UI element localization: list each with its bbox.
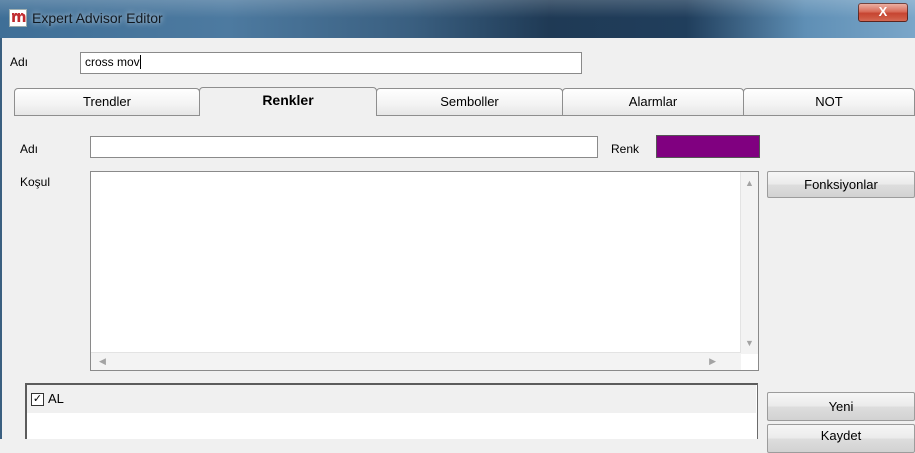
tab-bar: Trendler Renkler Semboller Alarmlar NOT <box>14 87 915 116</box>
color-picker[interactable] <box>656 135 760 158</box>
tab-trendler[interactable]: Trendler <box>14 88 200 115</box>
scroll-left-icon[interactable]: ◀ <box>99 356 106 367</box>
expert-name-value: cross mov <box>85 55 140 69</box>
window-title: Expert Advisor Editor <box>32 10 163 26</box>
vertical-scrollbar[interactable]: ▲ ▼ <box>740 172 758 354</box>
scroll-right-icon[interactable]: ▶ <box>709 356 716 367</box>
scroll-down-icon[interactable]: ▼ <box>745 338 754 348</box>
list-item-label: AL <box>48 391 64 406</box>
tab-renkler[interactable]: Renkler <box>199 87 377 116</box>
tab-alarmlar[interactable]: Alarmlar <box>562 88 744 115</box>
condition-label: Koşul <box>20 175 51 189</box>
app-logo-icon: m <box>9 8 27 27</box>
expert-name-field[interactable]: cross mov <box>80 52 582 74</box>
color-rule-list[interactable]: ✓ AL <box>25 383 758 439</box>
title-bar[interactable]: m Expert Advisor Editor X <box>0 0 915 38</box>
color-label: Renk <box>611 142 640 156</box>
condition-textarea[interactable]: ▲ ▼ ◀ ▶ <box>90 171 759 371</box>
new-button[interactable]: Yeni <box>767 392 915 421</box>
name-label: Adı <box>10 55 29 69</box>
tab-not[interactable]: NOT <box>743 88 915 115</box>
color-rule-name-field[interactable] <box>90 136 598 158</box>
tab-semboller[interactable]: Semboller <box>376 88 563 115</box>
color-rule-name-label: Adı <box>20 142 39 156</box>
functions-button[interactable]: Fonksiyonlar <box>767 171 915 198</box>
list-item-checkbox[interactable]: ✓ <box>31 393 44 406</box>
scroll-up-icon[interactable]: ▲ <box>745 178 754 188</box>
horizontal-scrollbar[interactable]: ◀ ▶ <box>91 352 741 370</box>
list-item[interactable]: ✓ AL <box>27 385 756 413</box>
close-button[interactable]: X <box>858 3 908 22</box>
